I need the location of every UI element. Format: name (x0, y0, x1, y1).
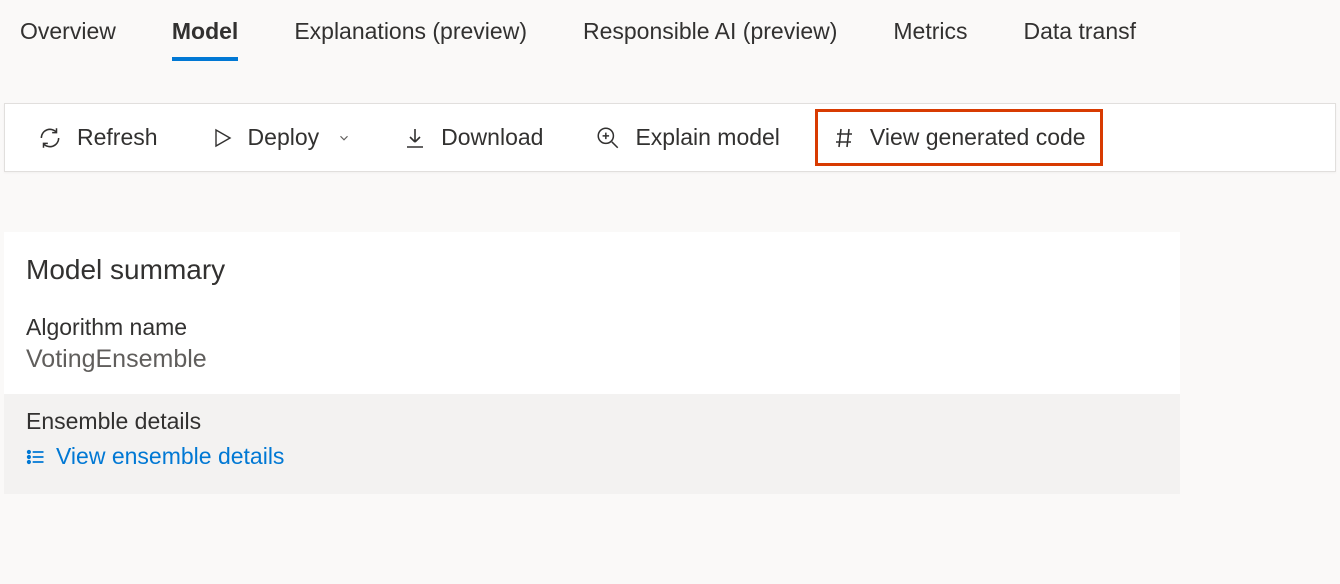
deploy-button[interactable]: Deploy (206, 118, 356, 157)
ensemble-details-section: Ensemble details View ensemble details (4, 394, 1180, 494)
refresh-button[interactable]: Refresh (33, 118, 162, 157)
ensemble-link-text: View ensemble details (56, 443, 284, 470)
ensemble-details-label: Ensemble details (26, 408, 1158, 435)
refresh-label: Refresh (77, 124, 158, 151)
download-label: Download (441, 124, 543, 151)
model-summary-title: Model summary (4, 232, 1180, 314)
model-summary-card: Model summary Algorithm name VotingEnsem… (4, 232, 1180, 494)
play-icon (210, 126, 234, 150)
list-icon (26, 447, 46, 467)
tab-responsible-ai[interactable]: Responsible AI (preview) (583, 18, 837, 59)
tab-metrics[interactable]: Metrics (893, 18, 967, 59)
chevron-down-icon (337, 131, 351, 145)
deploy-label: Deploy (248, 124, 320, 151)
view-ensemble-details-link[interactable]: View ensemble details (26, 443, 284, 470)
explain-model-button[interactable]: Explain model (591, 118, 783, 157)
tab-data-transf[interactable]: Data transf (1024, 18, 1137, 59)
explain-model-label: Explain model (635, 124, 779, 151)
tab-overview[interactable]: Overview (20, 18, 116, 59)
algorithm-label: Algorithm name (26, 314, 1158, 341)
algorithm-field: Algorithm name VotingEnsemble (4, 314, 1180, 394)
refresh-icon (37, 125, 63, 151)
download-button[interactable]: Download (399, 118, 547, 157)
view-code-label: View generated code (870, 124, 1086, 151)
tab-explanations[interactable]: Explanations (preview) (294, 18, 527, 59)
download-icon (403, 126, 427, 150)
view-code-highlight: View generated code (815, 109, 1103, 166)
magnify-plus-icon (595, 125, 621, 151)
tab-model[interactable]: Model (172, 18, 238, 59)
view-generated-code-button[interactable]: View generated code (828, 118, 1090, 157)
hash-icon (832, 126, 856, 150)
algorithm-value: VotingEnsemble (26, 345, 1158, 374)
tab-bar: Overview Model Explanations (preview) Re… (0, 0, 1340, 59)
command-bar: Refresh Deploy Download Explain model Vi… (4, 103, 1336, 172)
